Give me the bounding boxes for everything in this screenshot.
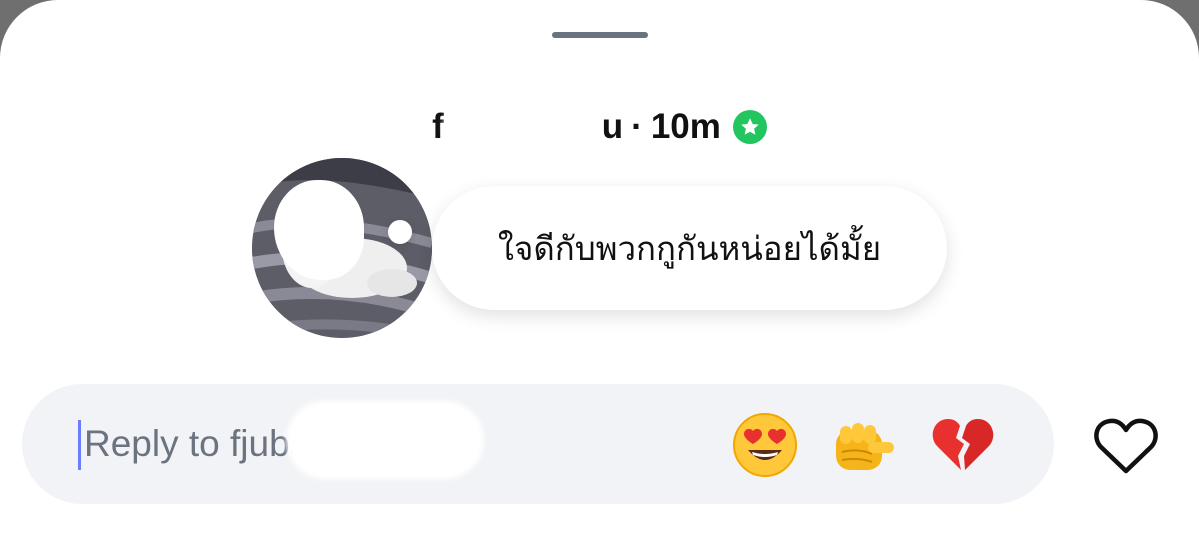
sheet-grabber[interactable] [552,32,648,38]
username-start: f [432,107,444,146]
note-header: f u · 10m [0,102,1199,152]
broken-heart-emoji[interactable] [928,410,998,480]
bottom-sheet: f u · 10m ใจดีกับพวกกูกันหน่อยได้มั้ย [0,0,1199,536]
pointing-fist-emoji[interactable] [828,410,898,480]
separator: · [631,107,643,146]
text-caret [78,420,81,470]
note-age: 10m [650,107,721,146]
thought-bubble-dot [388,220,412,244]
note-text: ใจดีกับพวกกูกันหน่อยได้มั้ย [497,229,882,267]
heart-eyes-emoji[interactable] [730,410,800,480]
reply-name-redaction [290,405,480,475]
username-redaction [447,102,598,152]
avatar[interactable] [252,158,432,338]
note-bubble[interactable]: ใจดีกับพวกกูกันหน่อยได้มั้ย [432,186,947,310]
username[interactable]: f u [432,102,623,152]
username-end: u [601,107,624,146]
heart-outline-icon[interactable] [1090,410,1162,482]
avatar-redaction [274,180,364,280]
star-badge-icon [732,110,767,144]
